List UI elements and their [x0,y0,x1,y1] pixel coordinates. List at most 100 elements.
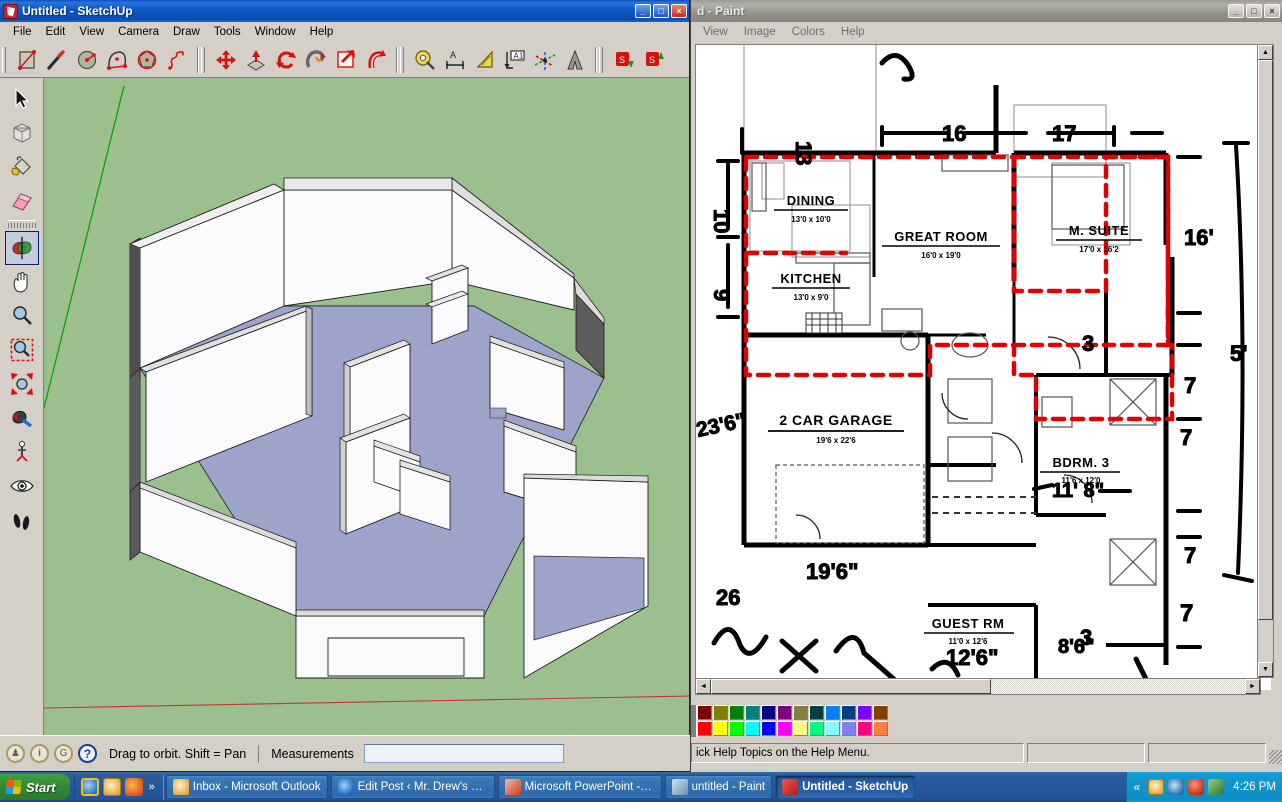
paint-canvas[interactable]: DINING 13'0 x 10'0 KITCHEN 13'0 x 9'0 GR… [695,44,1271,690]
pan-tool-icon[interactable] [5,265,39,299]
palette-swatch[interactable] [793,705,808,720]
palette-swatch[interactable] [761,721,776,736]
arc-tool-icon[interactable] [102,45,132,75]
measurements-input[interactable] [363,744,564,763]
menu-tools[interactable]: Tools [207,24,248,40]
paint-menu-colors[interactable]: Colors [784,24,833,40]
orbit-tool-icon[interactable] [4,231,39,265]
paint-close-button[interactable]: × [1264,4,1280,18]
info-icon[interactable]: i [30,744,49,763]
outlook-icon[interactable] [102,778,121,796]
rotate-tool-icon[interactable] [271,45,301,75]
select-tool-icon[interactable] [5,82,39,116]
palette-swatch[interactable] [841,705,856,720]
zoom-tool-icon[interactable] [5,299,39,333]
horizontal-scroll-thumb[interactable] [711,679,991,694]
palette-swatch[interactable] [713,721,728,736]
offset-tool-icon[interactable] [361,45,391,75]
toolbar-grip-3[interactable] [400,46,404,73]
paint-resize-grip[interactable] [1269,750,1282,764]
palette-swatch[interactable] [825,721,840,736]
paint-bucket-tool-icon[interactable] [5,150,39,184]
taskbar-button[interactable]: Inbox - Microsoft Outlook [165,775,328,799]
palette-swatch[interactable] [729,721,744,736]
palette-swatch[interactable] [841,721,856,736]
toolbar-grip[interactable] [2,46,6,73]
palette-swatch[interactable] [857,705,872,720]
sketchup-titlebar[interactable]: Untitled - SketchUp _ □ × [0,0,689,22]
menu-view[interactable]: View [72,24,111,40]
3d-text-tool-icon[interactable] [560,45,590,75]
text-tool-icon[interactable]: A1 [500,45,530,75]
move-tool-icon[interactable] [211,45,241,75]
menu-file[interactable]: File [6,24,39,40]
sketchup-maximize-button[interactable]: □ [653,4,669,18]
paint-vertical-scrollbar[interactable]: ▲ ▼ [1257,44,1274,678]
toolbar-grip-4[interactable] [599,46,603,73]
palette-swatch[interactable] [697,705,712,720]
google-icon[interactable]: G [54,744,73,763]
palette-swatch[interactable] [745,721,760,736]
palette-swatch[interactable] [777,705,792,720]
menu-window[interactable]: Window [248,24,303,40]
sketchup-close-button[interactable]: × [671,4,687,18]
palette-swatch[interactable] [825,705,840,720]
eraser-tool-icon[interactable] [5,184,39,218]
scroll-up-arrow[interactable]: ▲ [1258,45,1273,60]
palette-swatch[interactable] [809,721,824,736]
paint-maximize-button[interactable]: □ [1246,4,1262,18]
share-model-icon[interactable]: S [639,45,669,75]
zoom-window-tool-icon[interactable] [5,333,39,367]
palette-swatch[interactable] [729,705,744,720]
taskbar-button[interactable]: Untitled - SketchUp [775,775,916,799]
paint-horizontal-scrollbar[interactable]: ◄ ► [695,678,1261,695]
sketchup-minimize-button[interactable]: _ [635,4,651,18]
sketchup-model-canvas[interactable] [44,78,689,735]
person-icon[interactable]: ♟ [6,744,25,763]
internet-explorer-icon[interactable] [80,778,99,796]
taskbar-button[interactable]: Edit Post ‹ Mr. Drew's Blo... [330,775,495,799]
position-camera-tool-icon[interactable] [5,435,39,469]
display-tray-icon[interactable] [1208,779,1225,795]
palette-swatch[interactable] [697,721,712,736]
palette-swatch[interactable] [745,705,760,720]
quick-launch-chevron-icon[interactable]: » [149,781,155,793]
network-tray-icon[interactable] [1168,779,1185,795]
protractor-tool-icon[interactable] [470,45,500,75]
make-component-tool-icon[interactable] [5,116,39,150]
menu-draw[interactable]: Draw [166,24,207,40]
axes-tool-icon[interactable] [530,45,560,75]
paint-titlebar[interactable]: d - Paint _ □ × [691,0,1282,22]
palette-swatch[interactable] [873,705,888,720]
paint-menu-image[interactable]: Image [736,24,784,40]
start-button[interactable]: Start [0,774,70,800]
palette-swatch[interactable] [777,721,792,736]
tray-chevron-icon[interactable]: « [1133,780,1140,794]
paint-minimize-button[interactable]: _ [1228,4,1244,18]
circle-tool-icon[interactable] [72,45,102,75]
outlook-tray-icon[interactable] [1148,779,1165,795]
get-models-icon[interactable]: S [609,45,639,75]
security-tray-icon[interactable] [1188,779,1205,795]
palette-swatch[interactable] [761,705,776,720]
walk-tool-icon[interactable] [5,503,39,537]
palette-swatch[interactable] [857,721,872,736]
menu-camera[interactable]: Camera [111,24,166,40]
pushpull-tool-icon[interactable] [241,45,271,75]
menu-help[interactable]: Help [303,24,341,40]
firefox-icon[interactable] [124,778,143,796]
zoom-extents-tool-icon[interactable] [5,367,39,401]
followme-tool-icon[interactable] [301,45,331,75]
scroll-right-arrow[interactable]: ► [1245,679,1260,694]
polygon-tool-icon[interactable] [132,45,162,75]
vertical-scroll-thumb[interactable] [1258,60,1273,620]
dimension-tool-icon[interactable]: A [440,45,470,75]
look-around-tool-icon[interactable] [5,469,39,503]
paint-menu-help[interactable]: Help [833,24,873,40]
paint-menu-view[interactable]: View [695,24,736,40]
help-icon[interactable]: ? [78,744,97,763]
freehand-tool-icon[interactable] [162,45,192,75]
tape-measure-tool-icon[interactable] [410,45,440,75]
taskbar-button[interactable]: Microsoft PowerPoint - [... [497,775,662,799]
palette-swatch-grid[interactable] [697,705,888,736]
